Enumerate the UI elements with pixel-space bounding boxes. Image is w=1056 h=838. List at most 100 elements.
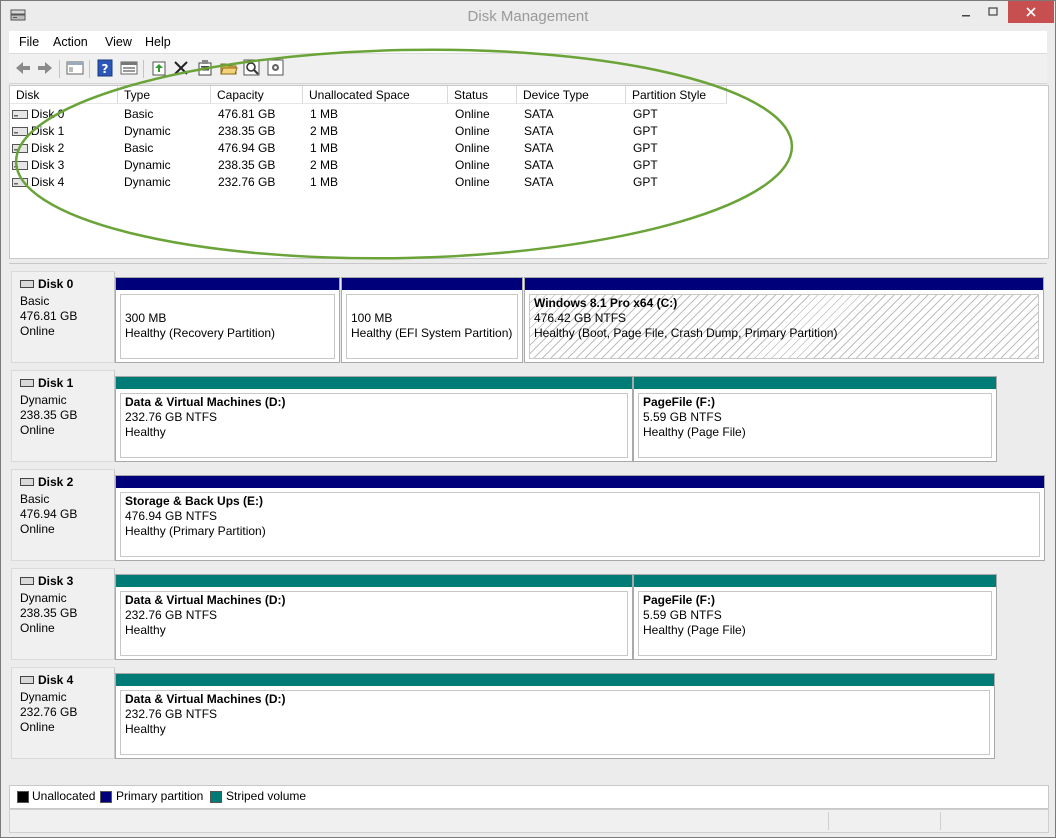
legend-label: Striped volume	[226, 789, 307, 803]
partition-pagefile-f[interactable]: PageFile (F:) 5.59 GB NTFS Healthy (Page…	[633, 376, 997, 462]
partition-pagefile-f[interactable]: PageFile (F:) 5.59 GB NTFS Healthy (Page…	[633, 574, 997, 660]
disk-label[interactable]: Disk 4 Dynamic 232.76 GB Online	[11, 667, 115, 759]
partition-health: Healthy	[125, 722, 166, 736]
back-button[interactable]	[13, 58, 33, 78]
column-header-status[interactable]: Status	[448, 86, 517, 104]
partition-size: 100 MB	[351, 311, 393, 325]
partition-color-bar	[634, 575, 996, 587]
minimize-button[interactable]	[951, 1, 981, 23]
cell-unallocated: 1 MB	[310, 107, 339, 121]
title-bar[interactable]: Disk Management	[1, 1, 1055, 31]
maximize-button[interactable]	[981, 1, 1005, 23]
column-header-device-type[interactable]: Device Type	[517, 86, 626, 104]
partition-name: PageFile (F:)	[643, 395, 716, 409]
partition-data-virtual-machines-d[interactable]: Data & Virtual Machines (D:) 232.76 GB N…	[115, 574, 633, 660]
column-header-partition-style[interactable]: Partition Style	[626, 86, 727, 104]
cell-device-type: SATA	[524, 141, 554, 155]
legend-bar: Unallocated Primary partition Striped vo…	[9, 785, 1049, 809]
menu-view[interactable]: View	[105, 35, 132, 49]
cell-type: Dynamic	[124, 175, 171, 189]
refresh-button[interactable]	[149, 58, 169, 78]
properties-icon	[198, 60, 212, 76]
disk-size: 238.35 GB	[20, 408, 78, 422]
disk-status: Online	[20, 621, 55, 635]
cell-unallocated: 1 MB	[310, 175, 339, 189]
partition-windows-c[interactable]: Windows 8.1 Pro x64 (C:) 476.42 GB NTFS …	[524, 277, 1044, 363]
menu-file[interactable]: File	[19, 35, 39, 49]
column-header-disk[interactable]: Disk	[10, 86, 118, 104]
search-icon	[243, 59, 260, 76]
status-divider	[940, 812, 941, 830]
cell-partition-style: GPT	[633, 158, 658, 172]
partition-color-bar	[116, 674, 994, 686]
console-tree-button[interactable]	[65, 58, 85, 78]
disk-graphical-view: Disk 0 Basic 476.81 GB Online 300 MB Hea…	[9, 263, 1047, 784]
search-button[interactable]	[242, 58, 262, 78]
disk-label[interactable]: Disk 0 Basic 476.81 GB Online	[11, 271, 115, 363]
delete-button[interactable]	[171, 58, 191, 78]
disk-type: Dynamic	[20, 393, 67, 407]
disk-name: Disk 3	[38, 574, 74, 588]
cell-capacity: 238.35 GB	[218, 158, 276, 172]
cell-device-type: SATA	[524, 124, 554, 138]
disk-label[interactable]: Disk 3 Dynamic 238.35 GB Online	[11, 568, 115, 660]
partition-name: Data & Virtual Machines (D:)	[125, 692, 286, 706]
column-header-unallocated-space[interactable]: Unallocated Space	[303, 86, 448, 104]
table-row[interactable]: Disk 0 Basic 476.81 GB 1 MB Online SATA …	[10, 106, 1046, 123]
partition-size: 232.76 GB NTFS	[125, 410, 218, 424]
window-title: Disk Management	[467, 8, 589, 25]
properties-button[interactable]	[195, 58, 215, 78]
disk-row-3: Disk 3 Dynamic 238.35 GB Online Data & V…	[9, 565, 1047, 662]
cell-unallocated: 2 MB	[310, 158, 339, 172]
hard-disk-icon	[12, 127, 28, 136]
partition-body: PageFile (F:) 5.59 GB NTFS Healthy (Page…	[638, 393, 992, 458]
cell-device-type: SATA	[524, 107, 554, 121]
column-header-type[interactable]: Type	[118, 86, 211, 104]
menu-help[interactable]: Help	[145, 35, 171, 49]
hard-disk-icon	[20, 478, 34, 486]
legend-swatch-unallocated	[17, 791, 29, 803]
table-row[interactable]: Disk 2 Basic 476.94 GB 1 MB Online SATA …	[10, 140, 1046, 157]
partition-size: 232.76 GB NTFS	[125, 608, 218, 622]
partition-efi-system[interactable]: 100 MB Healthy (EFI System Partition)	[341, 277, 523, 363]
cell-status: Online	[455, 141, 490, 155]
open-button[interactable]	[219, 58, 239, 78]
legend-label: Primary partition	[116, 789, 204, 803]
disk-list-view[interactable]: Disk Type Capacity Unallocated Space Sta…	[9, 85, 1049, 259]
maximize-icon	[988, 7, 998, 16]
menu-action[interactable]: Action	[53, 35, 88, 49]
disk-label[interactable]: Disk 2 Basic 476.94 GB Online	[11, 469, 115, 561]
disk-label[interactable]: Disk 1 Dynamic 238.35 GB Online	[11, 370, 115, 462]
cell-status: Online	[455, 107, 490, 121]
table-row[interactable]: Disk 3 Dynamic 238.35 GB 2 MB Online SAT…	[10, 157, 1046, 174]
partition-health: Healthy (Page File)	[643, 623, 746, 637]
close-button[interactable]	[1008, 1, 1054, 23]
table-row[interactable]: Disk 4 Dynamic 232.76 GB 1 MB Online SAT…	[10, 174, 1046, 191]
partition-color-bar	[116, 476, 1044, 488]
partition-storage-backups-e[interactable]: Storage & Back Ups (E:) 476.94 GB NTFS H…	[115, 475, 1045, 561]
toolbar-separator	[59, 60, 60, 78]
partition-body: Data & Virtual Machines (D:) 232.76 GB N…	[120, 393, 628, 458]
partition-name: Data & Virtual Machines (D:)	[125, 593, 286, 607]
partition-recovery[interactable]: 300 MB Healthy (Recovery Partition)	[115, 277, 340, 363]
table-row[interactable]: Disk 1 Dynamic 238.35 GB 2 MB Online SAT…	[10, 123, 1046, 140]
column-header-capacity[interactable]: Capacity	[211, 86, 303, 104]
partition-data-virtual-machines-d[interactable]: Data & Virtual Machines (D:) 232.76 GB N…	[115, 376, 633, 462]
cell-disk: Disk 1	[31, 124, 65, 138]
cell-type: Dynamic	[124, 158, 171, 172]
disk-status: Online	[20, 423, 55, 437]
hard-disk-icon	[20, 280, 34, 288]
disk-row-1: Disk 1 Dynamic 238.35 GB Online Data & V…	[9, 367, 1047, 464]
forward-button[interactable]	[35, 58, 55, 78]
properties-view-button[interactable]	[119, 58, 139, 78]
partition-size: 5.59 GB NTFS	[643, 608, 722, 622]
settings-button[interactable]	[266, 58, 286, 78]
cell-status: Online	[455, 124, 490, 138]
partition-body: PageFile (F:) 5.59 GB NTFS Healthy (Page…	[638, 591, 992, 656]
close-icon	[1026, 7, 1036, 17]
disk-name: Disk 0	[38, 277, 74, 291]
partition-data-virtual-machines-d[interactable]: Data & Virtual Machines (D:) 232.76 GB N…	[115, 673, 995, 759]
cell-device-type: SATA	[524, 158, 554, 172]
help-button[interactable]: ?	[95, 58, 115, 78]
partition-name: Windows 8.1 Pro x64 (C:)	[534, 296, 678, 310]
